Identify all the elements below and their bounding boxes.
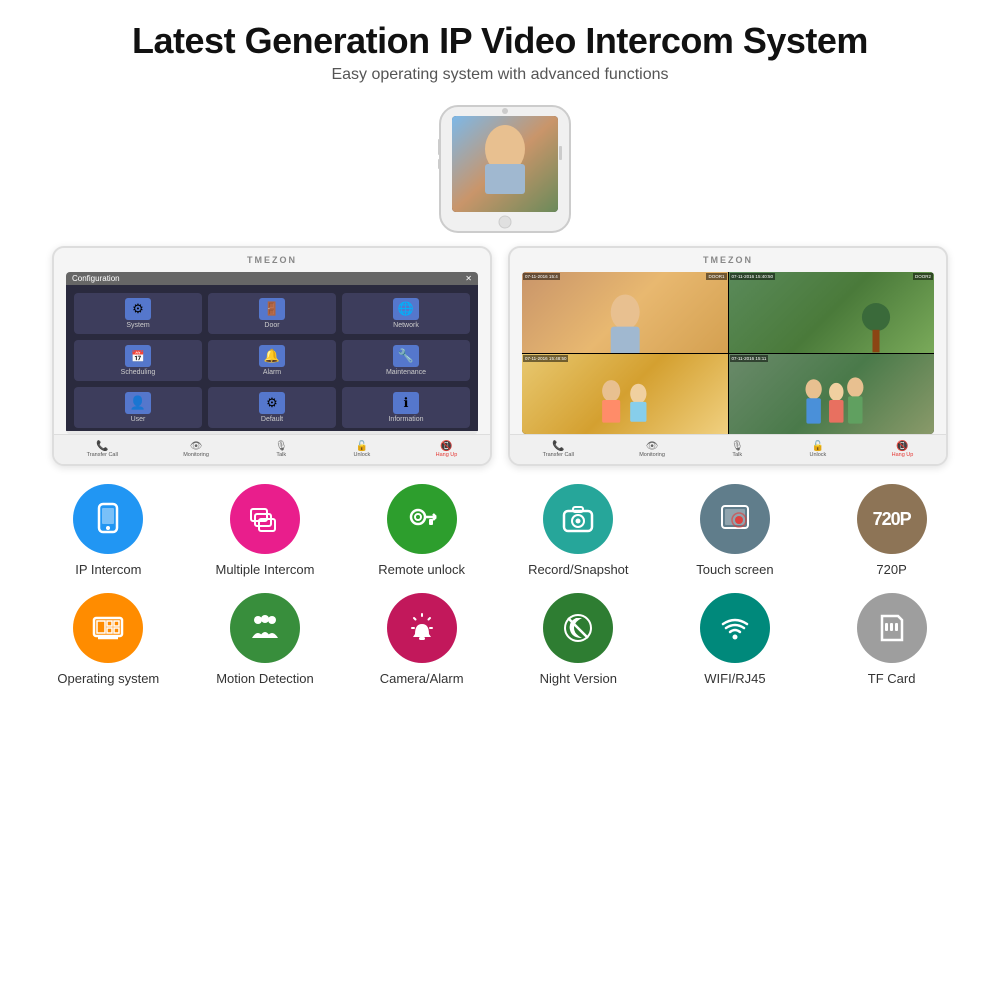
feature-tf-card: TF Card bbox=[827, 593, 957, 686]
feature-camera-alarm: Camera/Alarm bbox=[357, 593, 487, 686]
btn-talk-left[interactable]: 🎙 Talk bbox=[274, 441, 288, 458]
720p-text: 720P bbox=[873, 509, 911, 530]
tablet-right-bottom-bar: 📞 Transfer Call 👁 Monitoring 🎙 Talk 🔓 Un… bbox=[510, 434, 946, 464]
video-cell-1: 07-11-2016 15:4 DOOR1 bbox=[522, 272, 728, 353]
phone-mockup bbox=[390, 104, 610, 234]
operating-system-icon bbox=[73, 593, 143, 663]
feature-label-tf-card: TF Card bbox=[868, 671, 916, 686]
video-cell-3: 07-11-2016 15:48:50 bbox=[522, 354, 728, 435]
btn-transfer-call-left[interactable]: 📞 Transfer Call bbox=[87, 441, 118, 458]
btn-unlock-left[interactable]: 🔓 Unlock bbox=[354, 441, 371, 458]
feature-touch-screen: Touch screen bbox=[670, 484, 800, 577]
config-item-default[interactable]: ⚙ Default bbox=[208, 387, 336, 428]
config-item-scheduling[interactable]: 📅 Scheduling bbox=[74, 340, 202, 381]
feature-label-wifi-rj45: WIFI/RJ45 bbox=[704, 671, 765, 686]
tablet-left-bottom-bar: 📞 Transfer Call 👁 Monitoring 🎙 Talk 🔓 Un… bbox=[54, 434, 490, 464]
record-snapshot-icon bbox=[543, 484, 613, 554]
header: Latest Generation IP Video Intercom Syst… bbox=[132, 20, 868, 84]
config-close[interactable]: ✕ bbox=[465, 274, 472, 283]
multiple-intercom-icon bbox=[230, 484, 300, 554]
nature-2 bbox=[790, 296, 934, 352]
btn-unlock-right[interactable]: 🔓 Unlock bbox=[810, 441, 827, 458]
btn-hangup-right[interactable]: 📵 Hang Up bbox=[892, 441, 914, 458]
btn-hangup-left[interactable]: 📵 Hang Up bbox=[436, 441, 458, 458]
feature-operating-system: Operating system bbox=[43, 593, 173, 686]
person-1 bbox=[543, 288, 707, 352]
remote-unlock-icon bbox=[387, 484, 457, 554]
config-item-network[interactable]: 🌐 Network bbox=[342, 293, 470, 334]
touch-screen-icon bbox=[700, 484, 770, 554]
video-cell-4: 07-11-2016 15:11 bbox=[729, 354, 935, 435]
tablet-right-brand: TMEZON bbox=[703, 255, 753, 265]
family-4 bbox=[729, 362, 935, 434]
feature-720p: 720P 720P bbox=[827, 484, 957, 577]
feature-label-remote-unlock: Remote unlock bbox=[378, 562, 465, 577]
feature-multiple-intercom: Multiple Intercom bbox=[200, 484, 330, 577]
camera-alarm-icon bbox=[387, 593, 457, 663]
feature-label-camera-alarm: Camera/Alarm bbox=[380, 671, 464, 686]
tablet-right-screen: 07-11-2016 15:4 DOOR1 07-11-2016 15:40:5… bbox=[522, 272, 934, 434]
config-title: Configuration bbox=[72, 274, 120, 283]
config-item-maintenance[interactable]: 🔧 Maintenance bbox=[342, 340, 470, 381]
config-item-information[interactable]: ℹ Information bbox=[342, 387, 470, 428]
sub-title: Easy operating system with advanced func… bbox=[132, 66, 868, 84]
phone-area bbox=[390, 104, 610, 234]
tablets-row: TMEZON Configuration ✕ ⚙ System bbox=[30, 246, 970, 466]
720p-icon: 720P bbox=[857, 484, 927, 554]
wifi-rj45-icon bbox=[700, 593, 770, 663]
family-3 bbox=[522, 362, 728, 434]
page-container: Latest Generation IP Video Intercom Syst… bbox=[0, 0, 1000, 1000]
phone-svg bbox=[390, 104, 610, 234]
feature-ip-intercom: IP Intercom bbox=[43, 484, 173, 577]
btn-transfer-call-right[interactable]: 📞 Transfer Call bbox=[543, 441, 574, 458]
btn-monitoring-right[interactable]: 👁 Monitoring bbox=[639, 441, 665, 458]
tablet-left-screen: Configuration ✕ ⚙ System 🚪 Door bbox=[66, 272, 478, 434]
feature-record-snapshot: Record/Snapshot bbox=[513, 484, 643, 577]
feature-night-version: Night Version bbox=[513, 593, 643, 686]
btn-talk-right[interactable]: 🎙 Talk bbox=[730, 441, 744, 458]
motion-detection-icon bbox=[230, 593, 300, 663]
main-title: Latest Generation IP Video Intercom Syst… bbox=[132, 20, 868, 62]
btn-monitoring-left[interactable]: 👁 Monitoring bbox=[183, 441, 209, 458]
features-row-2: Operating system Motion Detection bbox=[30, 593, 970, 686]
feature-label-operating-system: Operating system bbox=[57, 671, 159, 686]
feature-label-record-snapshot: Record/Snapshot bbox=[528, 562, 628, 577]
feature-label-multiple-intercom: Multiple Intercom bbox=[215, 562, 314, 577]
ip-intercom-icon bbox=[73, 484, 143, 554]
tf-card-icon bbox=[857, 593, 927, 663]
config-item-alarm[interactable]: 🔔 Alarm bbox=[208, 340, 336, 381]
config-item-system[interactable]: ⚙ System bbox=[74, 293, 202, 334]
tablet-right: TMEZON 07-11-2016 15:4 DOOR1 bbox=[508, 246, 948, 466]
feature-remote-unlock: Remote unlock bbox=[357, 484, 487, 577]
tablet-left: TMEZON Configuration ✕ ⚙ System bbox=[52, 246, 492, 466]
tablet-left-brand: TMEZON bbox=[247, 255, 297, 265]
config-item-door[interactable]: 🚪 Door bbox=[208, 293, 336, 334]
feature-label-720p: 720P bbox=[876, 562, 906, 577]
feature-label-touch-screen: Touch screen bbox=[696, 562, 773, 577]
video-cell-2: 07-11-2016 15:40:50 DOOR2 bbox=[729, 272, 935, 353]
night-version-icon bbox=[543, 593, 613, 663]
feature-label-motion-detection: Motion Detection bbox=[216, 671, 314, 686]
feature-wifi-rj45: WIFI/RJ45 bbox=[670, 593, 800, 686]
feature-motion-detection: Motion Detection bbox=[200, 593, 330, 686]
config-item-user[interactable]: 👤 User bbox=[74, 387, 202, 428]
feature-label-ip-intercom: IP Intercom bbox=[75, 562, 141, 577]
feature-label-night-version: Night Version bbox=[540, 671, 617, 686]
features-row-1: IP Intercom Multiple Intercom bbox=[30, 484, 970, 577]
